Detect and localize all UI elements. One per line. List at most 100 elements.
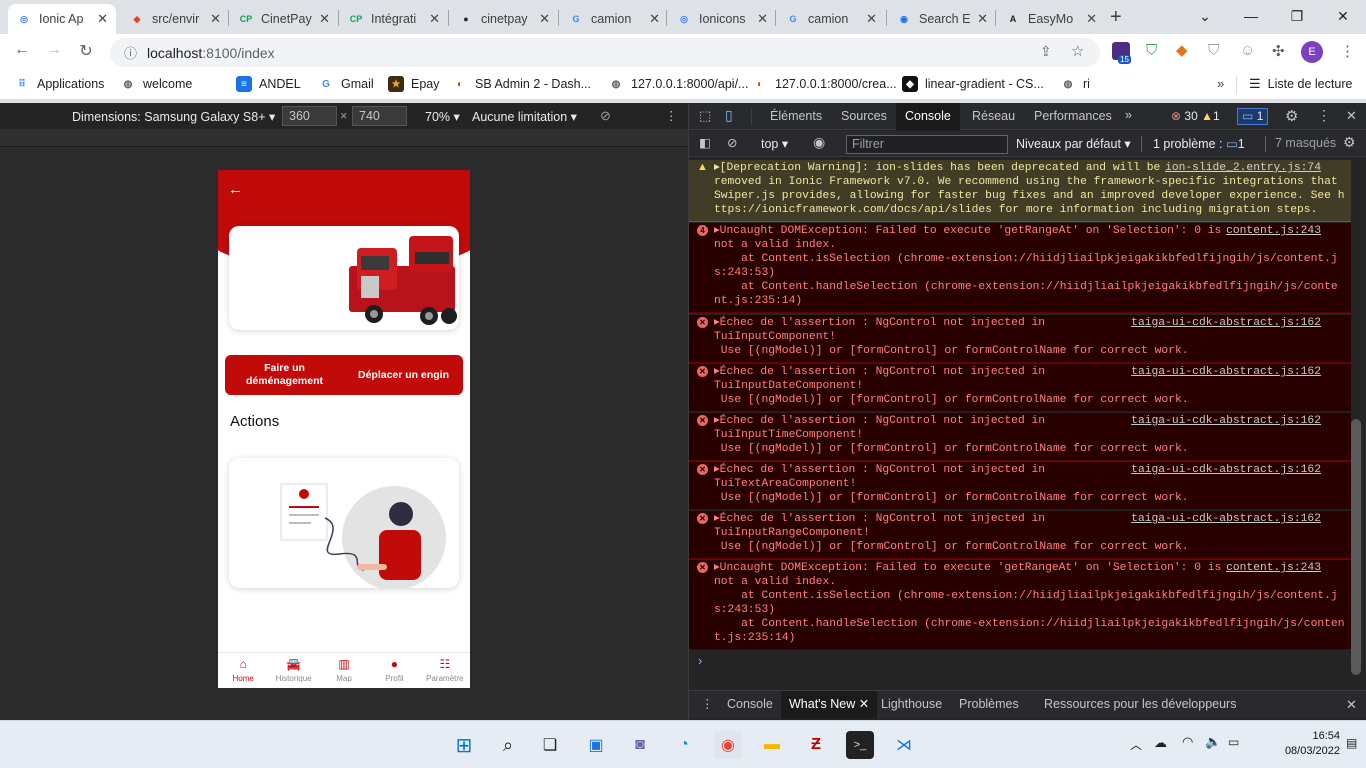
device-width-input[interactable]: 360	[282, 106, 337, 126]
bookmark-item[interactable]: ◍ 127.0.0.1:8000/api/...	[608, 76, 749, 92]
console-message[interactable]: ✕ ▸Échec de l'assertion : NgControl not i…	[689, 315, 1351, 363]
throttle-selector[interactable]: Aucune limitation ▾	[472, 109, 577, 124]
console-scrollbar[interactable]	[1351, 419, 1361, 675]
back-arrow-icon[interactable]: ←	[228, 181, 243, 198]
devtools-menu-icon[interactable]: ⋮	[1317, 107, 1331, 124]
drawer-tab-resources[interactable]: Ressources pour les développeurs	[1036, 691, 1244, 718]
drawer-tab-lighthouse[interactable]: Lighthouse	[873, 691, 950, 718]
tab-search-button[interactable]: ⌄	[1182, 0, 1228, 32]
console-message[interactable]: 4 ▸Uncaught DOMException: Failed to execu…	[689, 223, 1351, 313]
error-counter[interactable]: ⊗ 30 ▲1	[1171, 109, 1220, 123]
extensions-puzzle-icon[interactable]: ✣	[1272, 42, 1285, 60]
share-icon[interactable]: ⇪	[1040, 43, 1052, 60]
close-tab-icon[interactable]: ✕	[866, 11, 877, 27]
console-message[interactable]: ✕ ▸Uncaught DOMException: Failed to execu…	[689, 560, 1351, 650]
inspect-element-icon[interactable]: ⬚	[699, 108, 711, 124]
more-bookmarks-icon[interactable]: »	[1217, 76, 1224, 91]
move-house-button[interactable]: Faire un déménagement	[225, 355, 344, 395]
edge-icon[interactable]: ◔	[670, 731, 698, 759]
windows-start-icon[interactable]: ⊞	[450, 731, 478, 759]
close-tab-icon[interactable]: ✕	[977, 11, 988, 27]
message-source-link[interactable]: taiga-ui-cdk-abstract.js:162	[1131, 512, 1321, 526]
back-button[interactable]: ←	[11, 41, 33, 59]
tab-map[interactable]: ▥ Map	[319, 653, 369, 688]
chrome-icon[interactable]: ◉	[714, 731, 742, 759]
log-levels-dropdown[interactable]: Niveaux par défaut ▾	[1016, 136, 1131, 151]
close-tab-icon[interactable]: ✕	[210, 11, 221, 27]
browser-menu-icon[interactable]: ⋮	[1340, 42, 1355, 60]
devtools-tab-network[interactable]: Réseau	[963, 103, 1024, 130]
close-tab-icon[interactable]: ✕	[539, 11, 550, 27]
tray-chevron-icon[interactable]: ︿	[1130, 736, 1142, 753]
bookmark-item[interactable]: G Gmail	[318, 76, 374, 92]
message-source-link[interactable]: taiga-ui-cdk-abstract.js:162	[1131, 414, 1321, 428]
metamask-icon[interactable]: ◆	[1176, 41, 1188, 59]
move-machine-button[interactable]: Déplacer un engin	[344, 355, 463, 395]
more-tabs-icon[interactable]: »	[1125, 108, 1132, 122]
console-prompt[interactable]: ›	[698, 653, 702, 668]
close-tab-icon[interactable]: ✕	[757, 11, 768, 27]
devtools-tab-sources[interactable]: Sources	[832, 103, 896, 130]
wifi-icon[interactable]: ◠	[1182, 734, 1193, 750]
close-drawer-icon[interactable]: ✕	[1346, 697, 1357, 713]
volume-icon[interactable]: 🔈	[1205, 734, 1221, 750]
notifications-icon[interactable]: ▤	[1346, 736, 1357, 750]
message-source-link[interactable]: taiga-ui-cdk-abstract.js:162	[1131, 316, 1321, 330]
sidebar-toggle-icon[interactable]: ◧	[699, 135, 711, 150]
drawer-menu-icon[interactable]: ⋮	[701, 696, 714, 711]
bookmark-item[interactable]: ⠿ Applications	[14, 76, 104, 92]
device-selector[interactable]: Dimensions: Samsung Galaxy S8+ ▾	[72, 109, 275, 124]
actions-illustration-card[interactable]	[229, 458, 459, 590]
bookmark-item[interactable]: ≡ ANDEL	[236, 76, 301, 92]
cloud-icon[interactable]: ☁	[1154, 735, 1167, 751]
terminal-icon[interactable]: >_	[846, 731, 874, 759]
close-tab-icon[interactable]: ✕	[649, 11, 660, 27]
teams-chat-icon[interactable]: ◙	[626, 731, 654, 759]
bookmark-star-icon[interactable]: ☆	[1071, 42, 1084, 60]
shield-extension-icon[interactable]: ⛉	[1146, 42, 1157, 59]
bookmark-item[interactable]: ◆ linear-gradient - CS...	[902, 76, 1044, 92]
rotate-disabled-icon[interactable]: ⊘	[600, 108, 611, 124]
filezilla-icon[interactable]: Ƶ	[802, 731, 830, 759]
console-message[interactable]: ✕ ▸Échec de l'assertion : NgControl not i…	[689, 462, 1351, 510]
device-more-icon[interactable]: ⋮	[665, 108, 678, 123]
shield-grey-icon[interactable]: ⛉	[1208, 42, 1219, 59]
drawer-tab-whats-new[interactable]: What's New ✕	[781, 691, 878, 718]
reload-button[interactable]: ↻	[75, 41, 97, 61]
console-message[interactable]: ✕ ▸Échec de l'assertion : NgControl not i…	[689, 364, 1351, 412]
console-filter-input[interactable]: Filtrer	[846, 135, 1008, 154]
file-explorer-icon[interactable]: ▬	[758, 731, 786, 759]
info-counter[interactable]: ▭ 1	[1237, 108, 1269, 125]
drawer-tab-console[interactable]: Console	[719, 691, 781, 718]
battery-icon[interactable]: ▭	[1228, 735, 1239, 749]
zoom-selector[interactable]: 70% ▾	[425, 109, 460, 124]
browser-tab[interactable]: Gcamion ✕	[560, 4, 668, 34]
bookmark-item[interactable]: ◐ SB Admin 2 - Dash...	[452, 76, 591, 92]
browser-tab[interactable]: ◎ Ionic Ap ✕	[8, 4, 116, 34]
vscode-icon[interactable]: ⋊	[890, 731, 918, 759]
address-bar[interactable]: ⓘ localhost:8100/index	[110, 38, 1100, 67]
task-view-icon[interactable]: ❏	[536, 731, 564, 759]
message-source-link[interactable]: content.js:243	[1226, 224, 1321, 238]
browser-tab[interactable]: ◆ src/envir ✕	[121, 4, 229, 34]
console-message[interactable]: ✕ ▸Échec de l'assertion : NgControl not i…	[689, 511, 1351, 559]
reading-list-button[interactable]: ☰ Liste de lecture	[1249, 76, 1352, 92]
widgets-icon[interactable]: ▣	[582, 731, 610, 759]
close-window-button[interactable]: ✕	[1320, 0, 1366, 32]
browser-tab[interactable]: ● cinetpay ✕	[450, 4, 558, 34]
bookmark-item[interactable]: ◍ welcome	[120, 76, 193, 92]
browser-tab[interactable]: CP Intégrati ✕	[340, 4, 448, 34]
device-toggle-icon[interactable]: ▯	[725, 107, 733, 124]
settings-gear-icon[interactable]: ⚙	[1285, 107, 1298, 125]
context-selector[interactable]: top ▾	[761, 136, 788, 151]
browser-tab[interactable]: ◉ Search E ✕	[888, 4, 996, 34]
profile-avatar[interactable]: E	[1301, 41, 1323, 63]
face-extension-icon[interactable]: ☺	[1240, 42, 1255, 59]
close-tab-icon[interactable]: ✕	[97, 11, 108, 27]
device-height-input[interactable]: 740	[352, 106, 407, 126]
bookmark-item[interactable]: ◐ 127.0.0.1:8000/crea...	[752, 76, 897, 92]
devtools-tab-elements[interactable]: Éléments	[761, 103, 831, 130]
devtools-tab-performance[interactable]: Performances	[1025, 103, 1121, 130]
forward-button[interactable]: →	[43, 41, 65, 59]
message-source-link[interactable]: taiga-ui-cdk-abstract.js:162	[1131, 365, 1321, 379]
